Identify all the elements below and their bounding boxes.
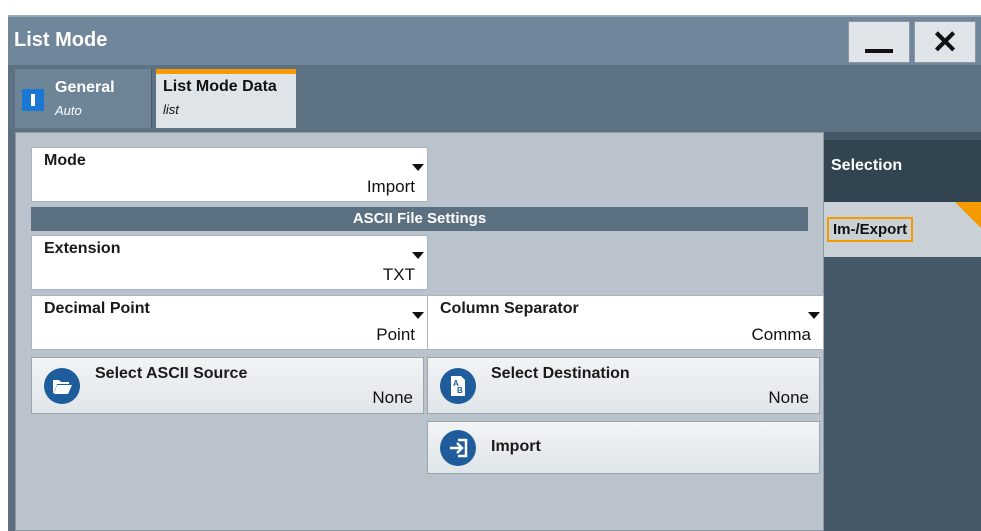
tab-strip: General Auto List Mode Data list: [8, 65, 981, 130]
side-nav: Selection Im-/Export: [824, 132, 981, 531]
list-mode-dialog: List Mode ✕ General Auto List Mode Data …: [8, 15, 981, 531]
mode-label: Mode: [44, 152, 86, 169]
select-ascii-source-label: Select ASCII Source: [95, 365, 248, 382]
column-separator-label: Column Separator: [440, 300, 579, 317]
import-label: Import: [491, 438, 541, 455]
tab-general-sublabel: Auto: [55, 103, 82, 118]
tab-list-mode-data-label: List Mode Data: [163, 78, 277, 95]
select-ascii-source-value: None: [372, 388, 413, 407]
dropdown-arrow-icon: [412, 164, 424, 171]
close-button[interactable]: ✕: [914, 21, 976, 63]
side-nav-selection[interactable]: Selection: [824, 140, 981, 202]
mode-value: Import: [366, 177, 415, 196]
select-destination-button[interactable]: AB Select Destination None: [427, 357, 820, 414]
file-ab-icon: AB: [440, 368, 476, 404]
minimize-button[interactable]: [848, 21, 910, 63]
tab-general[interactable]: General Auto: [15, 69, 152, 128]
extension-select[interactable]: Extension TXT: [31, 235, 428, 290]
column-separator-value: Comma: [751, 325, 811, 344]
tab-list-mode-data[interactable]: List Mode Data list: [156, 69, 296, 128]
minimize-icon: [865, 49, 893, 53]
decimal-point-value: Point: [376, 325, 415, 344]
ascii-file-settings-header: ASCII File Settings: [31, 207, 808, 231]
column-separator-select[interactable]: Column Separator Comma: [427, 295, 824, 350]
side-nav-im-export-label: Im-/Export: [827, 217, 914, 242]
title-bar: List Mode ✕: [8, 15, 981, 65]
side-nav-selection-label: Selection: [831, 157, 903, 174]
toggle-switch-icon[interactable]: [22, 89, 44, 111]
import-button[interactable]: Import: [427, 421, 820, 474]
select-destination-value: None: [768, 388, 809, 407]
tab-general-label: General: [55, 79, 115, 96]
folder-open-icon: [44, 368, 80, 404]
tab-list-mode-data-sublabel: list: [163, 102, 179, 117]
extension-label: Extension: [44, 240, 121, 257]
select-ascii-source-button[interactable]: Select ASCII Source None: [31, 357, 424, 414]
decimal-point-select[interactable]: Decimal Point Point: [31, 295, 428, 350]
form-panel: Mode Import ASCII File Settings Extensio…: [15, 132, 824, 531]
dropdown-arrow-icon: [412, 312, 424, 319]
dropdown-arrow-icon: [412, 252, 424, 259]
window-title: List Mode: [14, 29, 108, 51]
mode-select[interactable]: Mode Import: [31, 147, 428, 202]
import-arrow-icon: [440, 430, 476, 466]
dropdown-arrow-icon: [808, 312, 820, 319]
decimal-point-label: Decimal Point: [44, 300, 150, 317]
active-corner-marker: [955, 202, 981, 228]
select-destination-label: Select Destination: [491, 365, 630, 382]
extension-value: TXT: [382, 265, 415, 284]
svg-text:B: B: [457, 386, 463, 395]
close-icon: ✕: [931, 24, 959, 60]
side-nav-im-export[interactable]: Im-/Export: [824, 202, 981, 257]
